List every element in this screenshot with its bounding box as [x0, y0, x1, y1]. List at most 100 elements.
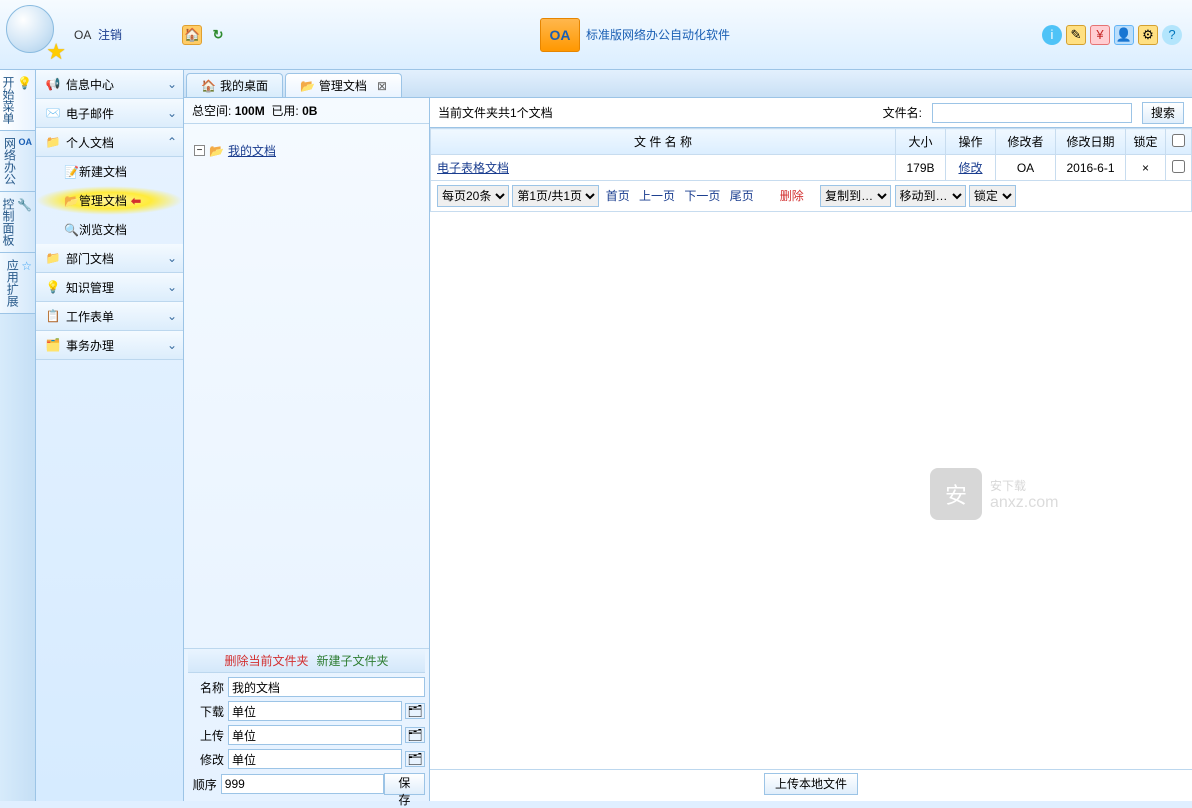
nav-dept-docs[interactable]: 📁部门文档⌄: [36, 244, 183, 273]
nav-browse-doc[interactable]: 🔍浏览文档: [36, 215, 183, 244]
col-editor[interactable]: 修改者: [996, 129, 1056, 155]
nav-work-form[interactable]: 📋工作表单⌄: [36, 302, 183, 331]
vtab-network-office[interactable]: OA网络办公: [0, 131, 35, 192]
note-icon[interactable]: ✎: [1066, 25, 1086, 45]
top-right-icons: i ✎ ¥ 👤 ⚙ ?: [1042, 25, 1182, 45]
vtab-start-menu[interactable]: 💡开始菜单: [0, 70, 35, 131]
nav-info-center[interactable]: 📢信息中心⌄: [36, 70, 183, 99]
copy-to-select[interactable]: 复制到…: [820, 185, 891, 207]
order-input[interactable]: [221, 774, 384, 794]
close-icon[interactable]: ⊠: [377, 79, 387, 93]
tree-root-link[interactable]: 我的文档: [228, 142, 276, 159]
col-op[interactable]: 操作: [946, 129, 996, 155]
nav-affairs[interactable]: 🗂️事务办理⌄: [36, 331, 183, 360]
folder-icon: 📂: [209, 144, 224, 158]
pager-row: 每页20条 第1页/共1页 首页 上一页 下一页 尾页 删除 复制到… 移动到…: [431, 181, 1192, 212]
user-label: OA 注销: [74, 26, 122, 43]
watermark: 安 安下载 anxz.com: [930, 468, 1058, 520]
folder-summary: 当前文件夹共1个文档: [438, 104, 553, 121]
chevron-up-icon: ⌃: [167, 135, 177, 149]
space-bar: 总空间: 100M 已用: 0B: [184, 98, 429, 124]
name-label: 名称: [188, 679, 224, 696]
home-icon[interactable]: 🏠: [182, 25, 202, 45]
settings-icon[interactable]: ⚙: [1138, 25, 1158, 45]
nav-personal-docs[interactable]: 📁个人文档⌃: [36, 128, 183, 157]
tree-pane: 总空间: 100M 已用: 0B − 📂 我的文档 删除当前文件夹 新建子文件夹: [184, 98, 430, 801]
refresh-icon[interactable]: ↻: [208, 25, 228, 45]
star-icon: ★: [46, 39, 66, 65]
lock-select[interactable]: 锁定: [969, 185, 1016, 207]
main-area: 🏠我的桌面 📂管理文档⊠ 总空间: 100M 已用: 0B − 📂 我的文档: [184, 70, 1192, 801]
table-row: 电子表格文档 179B 修改 OA 2016-6-1 ×: [431, 155, 1192, 181]
tab-desktop[interactable]: 🏠我的桌面: [186, 73, 283, 97]
file-size: 179B: [896, 155, 946, 181]
col-size[interactable]: 大小: [896, 129, 946, 155]
first-page-link[interactable]: 首页: [606, 189, 630, 203]
modify-label: 修改: [188, 751, 224, 768]
col-date[interactable]: 修改日期: [1056, 129, 1126, 155]
topbar: ★ OA 注销 🏠 ↻ OA 标准版网络办公自动化软件 i ✎ ¥ 👤 ⚙ ?: [0, 0, 1192, 70]
page-info-select[interactable]: 第1页/共1页: [512, 185, 599, 207]
upload-picker-icon[interactable]: 🗂: [405, 727, 425, 743]
last-page-link[interactable]: 尾页: [730, 189, 754, 203]
upload-local-button[interactable]: 上传本地文件: [764, 773, 858, 795]
nav-email[interactable]: ✉️电子邮件⌄: [36, 99, 183, 128]
delete-folder-link[interactable]: 删除当前文件夹: [224, 652, 308, 669]
col-lock[interactable]: 锁定: [1126, 129, 1166, 155]
logout-link[interactable]: 注销: [98, 28, 122, 42]
home-icon: 🏠: [201, 79, 216, 93]
chevron-down-icon: ⌄: [167, 309, 177, 323]
col-name[interactable]: 文 件 名 称: [431, 129, 896, 155]
user-icon[interactable]: 👤: [1114, 25, 1134, 45]
currency-icon[interactable]: ¥: [1090, 25, 1110, 45]
row-checkbox[interactable]: [1172, 160, 1185, 173]
filename-label: 文件名:: [883, 104, 922, 121]
name-input[interactable]: [228, 677, 425, 697]
nav-knowledge[interactable]: 💡知识管理⌄: [36, 273, 183, 302]
right-pane: 当前文件夹共1个文档 文件名: 搜索 文 件 名 称 大小 操作 修改者 修改日…: [430, 98, 1192, 801]
download-label: 下载: [188, 703, 224, 720]
chevron-down-icon: ⌄: [167, 77, 177, 91]
user-name: OA: [74, 28, 91, 42]
modify-picker-icon[interactable]: 🗂: [405, 751, 425, 767]
page-size-select[interactable]: 每页20条: [437, 185, 509, 207]
avatar[interactable]: ★: [6, 5, 66, 65]
new-subfolder-link[interactable]: 新建子文件夹: [317, 652, 389, 669]
save-button[interactable]: 保存: [384, 773, 425, 795]
move-to-select[interactable]: 移动到…: [895, 185, 966, 207]
chevron-down-icon: ⌄: [167, 251, 177, 265]
select-all-checkbox[interactable]: [1172, 134, 1185, 147]
folder-form: 删除当前文件夹 新建子文件夹 名称 下载🗂 上传🗂 修改🗂 顺序保存: [184, 648, 429, 801]
upload-input[interactable]: [228, 725, 402, 745]
minus-icon[interactable]: −: [194, 145, 205, 156]
edit-link[interactable]: 修改: [958, 161, 982, 175]
order-label: 顺序: [188, 776, 217, 793]
filename-input[interactable]: [932, 103, 1132, 123]
arrow-left-icon: ⬅: [131, 194, 141, 208]
file-table: 文 件 名 称 大小 操作 修改者 修改日期 锁定 电子表格文档 179B 修改…: [430, 128, 1192, 212]
vtab-app-extension[interactable]: ☆应用扩展: [0, 253, 35, 314]
tree-root[interactable]: − 📂 我的文档: [194, 142, 419, 159]
file-date: 2016-6-1: [1056, 155, 1126, 181]
tab-bar: 🏠我的桌面 📂管理文档⊠: [184, 70, 1192, 98]
help-icon[interactable]: i: [1042, 25, 1062, 45]
vertical-tabs: 💡开始菜单 OA网络办公 🔧控制面板 ☆应用扩展: [0, 70, 36, 801]
next-page-link[interactable]: 下一页: [684, 189, 720, 203]
question-icon[interactable]: ?: [1162, 25, 1182, 45]
vtab-control-panel[interactable]: 🔧控制面板: [0, 192, 35, 253]
download-input[interactable]: [228, 701, 402, 721]
chevron-down-icon: ⌄: [167, 106, 177, 120]
download-picker-icon[interactable]: 🗂: [405, 703, 425, 719]
modify-input[interactable]: [228, 749, 402, 769]
oa-badge-icon: OA: [540, 18, 580, 52]
tab-manage-doc[interactable]: 📂管理文档⊠: [285, 73, 402, 97]
file-link[interactable]: 电子表格文档: [437, 161, 509, 175]
nav-manage-doc[interactable]: 📂管理文档⬅: [36, 186, 183, 215]
folder-icon: 📂: [300, 79, 315, 93]
prev-page-link[interactable]: 上一页: [639, 189, 675, 203]
chevron-down-icon: ⌄: [167, 338, 177, 352]
nav-new-doc[interactable]: 📝新建文档: [36, 157, 183, 186]
search-button[interactable]: 搜索: [1142, 102, 1184, 124]
lock-cell[interactable]: ×: [1126, 155, 1166, 181]
delete-link[interactable]: 删除: [780, 189, 804, 203]
